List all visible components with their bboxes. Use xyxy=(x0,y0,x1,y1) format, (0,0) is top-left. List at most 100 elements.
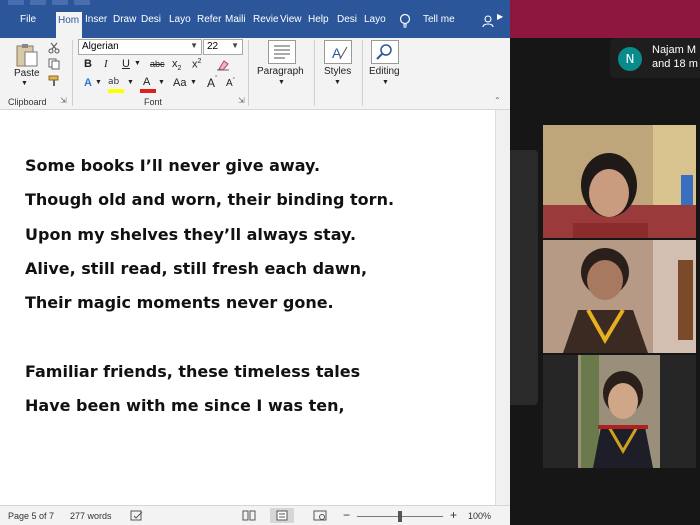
clipboard-group-label: Clipboard xyxy=(8,97,47,107)
bold-button[interactable]: B xyxy=(84,58,92,70)
copy-icon[interactable] xyxy=(48,58,60,70)
editing-button[interactable]: Editing xyxy=(369,66,400,77)
font-color-glyph: A xyxy=(143,76,151,88)
zoom-in-button[interactable]: + xyxy=(450,508,457,522)
poem-line[interactable]: Have been with me since I was ten, xyxy=(25,396,345,415)
paste-dropdown[interactable]: ▼ xyxy=(21,80,28,87)
page-count[interactable]: Page 5 of 7 xyxy=(8,511,54,521)
tab-table-design[interactable]: Desi xyxy=(337,14,362,30)
subscript-button[interactable]: x2 xyxy=(172,58,181,72)
poem-line[interactable]: Alive, still read, still fresh each dawn… xyxy=(25,259,367,278)
highlight-color-swatch xyxy=(108,89,124,93)
editing-icon xyxy=(371,40,399,64)
underline-dropdown[interactable]: ▼ xyxy=(134,60,141,67)
read-mode-icon[interactable] xyxy=(242,510,256,521)
font-color-dropdown[interactable]: ▼ xyxy=(158,79,165,86)
cut-icon[interactable] xyxy=(48,42,60,54)
italic-button[interactable]: I xyxy=(104,58,108,70)
tab-review[interactable]: Revie xyxy=(253,14,278,30)
tab-references[interactable]: Refer xyxy=(197,14,222,30)
poem-line[interactable]: Some books I’ll never give away. xyxy=(25,156,320,175)
font-launcher-icon[interactable]: ⇲ xyxy=(238,96,245,105)
tab-file[interactable]: File xyxy=(20,14,40,30)
text-effects-dropdown[interactable]: ▼ xyxy=(95,79,102,86)
styles-button[interactable]: Styles xyxy=(324,66,351,77)
styles-dropdown[interactable]: ▼ xyxy=(334,79,341,86)
collapse-ribbon-icon[interactable]: ⌃ xyxy=(494,96,501,105)
change-case-dropdown[interactable]: ▼ xyxy=(190,79,197,86)
participant-video xyxy=(543,240,696,353)
tab-table-layout[interactable]: Layo xyxy=(364,14,389,30)
divider xyxy=(314,40,315,106)
change-case-button[interactable]: Aa xyxy=(173,77,186,89)
word-window: File Hom Inser Draw Desi Layo Refer Mail… xyxy=(0,0,510,525)
tab-help[interactable]: Help xyxy=(308,14,332,30)
tab-mailings[interactable]: Maili xyxy=(225,14,250,30)
account-icon[interactable] xyxy=(481,14,495,28)
superscript-button[interactable]: x2 xyxy=(192,58,201,71)
paste-icon[interactable] xyxy=(14,42,40,68)
chevron-down-icon: ▼ xyxy=(190,41,198,50)
text-effects-button[interactable]: A xyxy=(84,77,92,89)
highlight-dropdown[interactable]: ▼ xyxy=(127,79,134,86)
lightbulb-icon[interactable] xyxy=(399,13,411,29)
zoom-level[interactable]: 100% xyxy=(468,511,491,521)
grow-font-button[interactable]: Aˆ xyxy=(207,76,217,90)
tell-me-search[interactable]: Tell me xyxy=(423,14,463,30)
divider xyxy=(72,40,73,106)
poem-line[interactable]: Upon my shelves they’ll always stay. xyxy=(25,225,356,244)
clear-formatting-icon[interactable] xyxy=(216,59,230,71)
paragraph-dropdown[interactable]: ▼ xyxy=(278,79,285,86)
autosave-icon[interactable] xyxy=(8,0,24,5)
video-tile[interactable] xyxy=(543,240,696,353)
print-layout-button[interactable] xyxy=(270,508,294,523)
styles-icon: A xyxy=(324,40,352,64)
zoom-slider-thumb[interactable] xyxy=(398,511,402,522)
chevron-down-icon: ▼ xyxy=(231,41,239,50)
poem-line[interactable]: Familiar friends, these timeless tales xyxy=(25,362,360,381)
participant-notification[interactable]: N Najam M and 18 m xyxy=(610,38,700,78)
meeting-panel: N Najam M and 18 m xyxy=(510,0,700,525)
divider xyxy=(362,40,363,106)
meeting-side-panel[interactable] xyxy=(510,150,538,405)
tab-design[interactable]: Desi xyxy=(141,14,166,30)
word-count[interactable]: 277 words xyxy=(70,511,112,521)
tab-home[interactable]: Hom xyxy=(56,12,82,38)
tab-view[interactable]: View xyxy=(280,14,304,30)
font-size-combo[interactable]: 22 ▼ xyxy=(203,39,243,55)
video-tile[interactable] xyxy=(543,355,696,468)
tab-draw[interactable]: Draw xyxy=(113,14,138,30)
save-icon[interactable] xyxy=(30,0,46,5)
poem-line[interactable]: Their magic moments never gone. xyxy=(25,293,334,312)
shrink-font-button[interactable]: Aˇ xyxy=(226,78,235,89)
paste-button[interactable]: Paste xyxy=(14,68,40,79)
font-color-swatch xyxy=(140,89,156,93)
document-page[interactable]: Some books I’ll never give away. Though … xyxy=(0,110,495,505)
tab-insert[interactable]: Inser xyxy=(85,14,110,30)
video-tile[interactable] xyxy=(543,125,696,238)
document-area: Some books I’ll never give away. Though … xyxy=(0,110,510,505)
font-name-combo[interactable]: Algerian ▼ xyxy=(78,39,202,55)
web-layout-icon[interactable] xyxy=(313,510,327,521)
strikethrough-button[interactable]: abc xyxy=(150,59,165,69)
underline-button[interactable]: U xyxy=(122,58,130,70)
redo-icon[interactable] xyxy=(74,0,90,5)
participant-video xyxy=(543,125,696,238)
clipboard-launcher-icon[interactable]: ⇲ xyxy=(60,96,67,105)
zoom-out-button[interactable]: − xyxy=(343,508,350,522)
paragraph-button[interactable]: Paragraph xyxy=(257,66,304,77)
poem-line[interactable]: Though old and worn, their binding torn. xyxy=(25,190,394,209)
meeting-top-bar xyxy=(510,0,700,38)
undo-icon[interactable] xyxy=(52,0,68,5)
avatar: N xyxy=(618,47,642,71)
font-color-button[interactable]: A xyxy=(140,76,156,93)
tab-layout[interactable]: Layo xyxy=(169,14,194,30)
editing-dropdown[interactable]: ▼ xyxy=(382,79,389,86)
ribbon-scroll-right[interactable]: ▶ xyxy=(497,12,506,28)
highlight-button[interactable]: ab xyxy=(108,77,126,93)
highlight-pen-icon: ab xyxy=(108,77,120,87)
vertical-scrollbar[interactable] xyxy=(495,110,510,505)
format-painter-icon[interactable] xyxy=(48,75,61,87)
ribbon: Paste ▼ Clipboard ⇲ Algerian ▼ 22 ▼ B I … xyxy=(0,38,510,110)
proofing-icon[interactable] xyxy=(130,510,144,521)
